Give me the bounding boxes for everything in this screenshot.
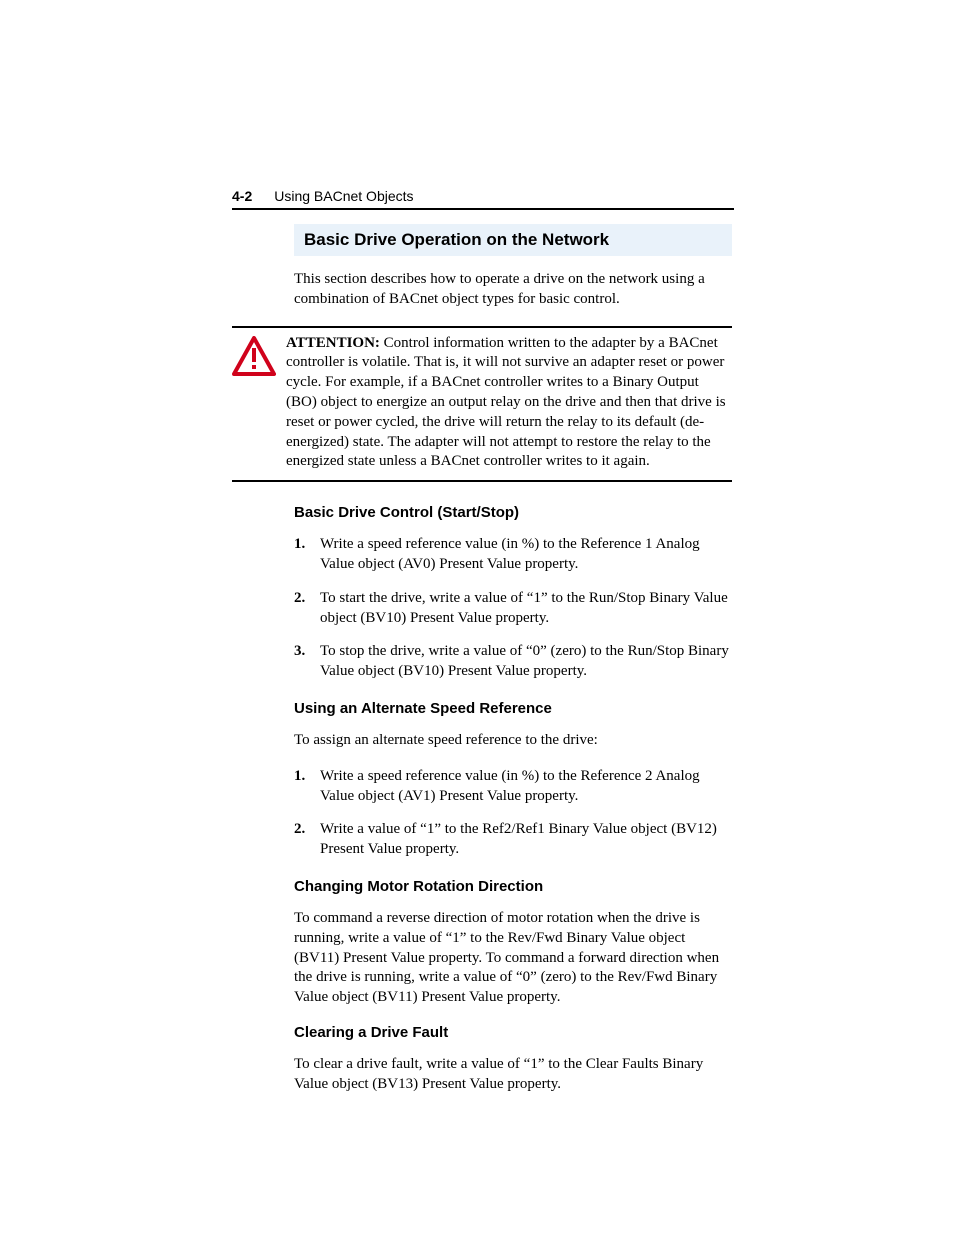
warning-icon: [232, 334, 286, 381]
attention-callout: ATTENTION: Control information written t…: [232, 326, 732, 483]
subheading-alt-ref: Using an Alternate Speed Reference: [294, 700, 732, 717]
subheading-clear-fault: Clearing a Drive Fault: [294, 1024, 732, 1041]
list-item: Write a speed reference value (in %) to …: [294, 767, 732, 807]
list-item: Write a speed reference value (in %) to …: [294, 535, 732, 575]
attention-bottom-rule: [232, 480, 732, 482]
clear-fault-body: To clear a drive fault, write a value of…: [294, 1055, 732, 1095]
intro-paragraph: This section describes how to operate a …: [294, 270, 732, 310]
subheading-rotation: Changing Motor Rotation Direction: [294, 878, 732, 895]
rotation-body: To command a reverse direction of motor …: [294, 909, 732, 1008]
basic-control-steps: Write a speed reference value (in %) to …: [294, 535, 732, 682]
manual-page: 4-2 Using BACnet Objects Basic Drive Oper…: [0, 0, 954, 1235]
alt-ref-intro: To assign an alternate speed reference t…: [294, 731, 732, 751]
attention-body: Control information written to the adapt…: [286, 335, 726, 470]
subheading-basic-control: Basic Drive Control (Start/Stop): [294, 504, 732, 521]
chapter-title: Using BACnet Objects: [274, 188, 413, 204]
list-item: To stop the drive, write a value of “0” …: [294, 642, 732, 682]
page-content: Basic Drive Operation on the Network Thi…: [232, 224, 732, 1111]
attention-label: ATTENTION:: [286, 335, 380, 351]
section-heading: Basic Drive Operation on the Network: [294, 224, 732, 256]
list-item: Write a value of “1” to the Ref2/Ref1 Bi…: [294, 820, 732, 860]
running-header: 4-2 Using BACnet Objects: [232, 188, 734, 204]
list-item: To start the drive, write a value of “1”…: [294, 589, 732, 629]
alt-ref-steps: Write a speed reference value (in %) to …: [294, 767, 732, 860]
attention-text: ATTENTION: Control information written t…: [286, 334, 732, 473]
page-number: 4-2: [232, 188, 252, 204]
header-rule: [232, 208, 734, 210]
